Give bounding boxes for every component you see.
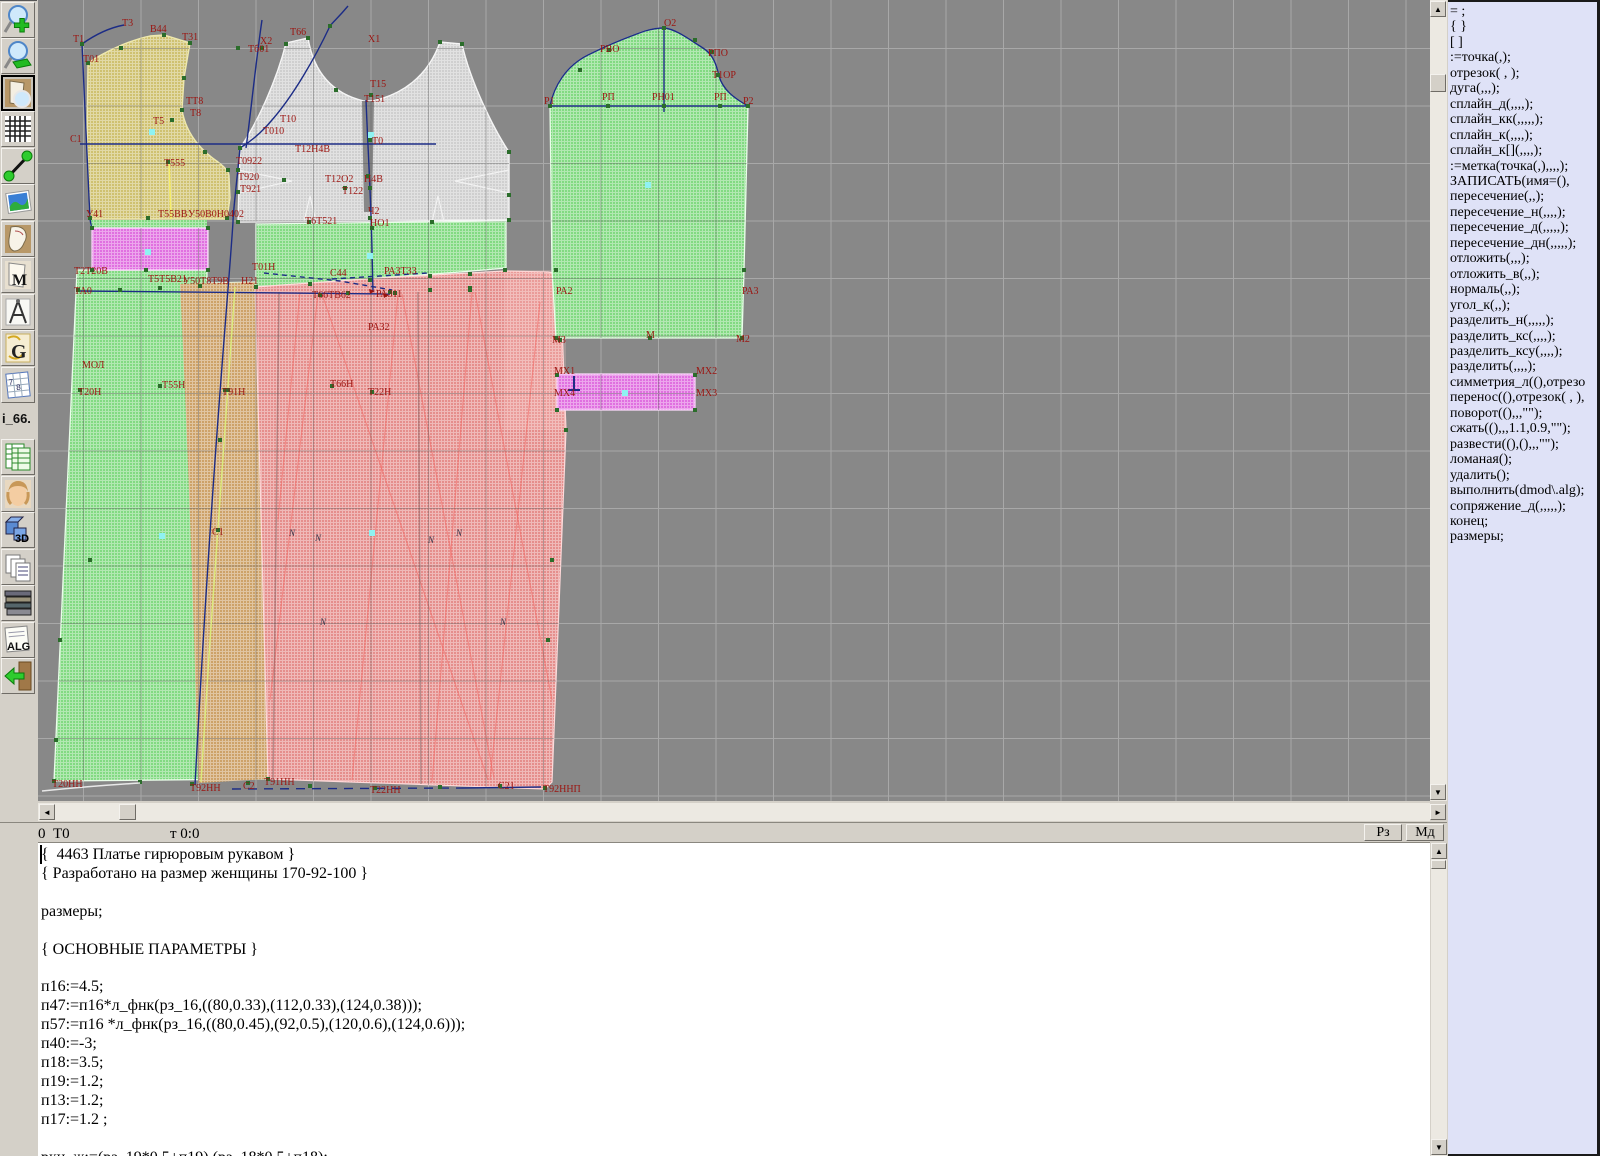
svg-text:РП: РП: [714, 92, 727, 103]
svg-text:Т12Н4В: Т12Н4В: [295, 144, 330, 155]
svg-text:Т2Т20В: Т2Т20В: [74, 266, 108, 277]
svg-text:МХ1: МХ1: [554, 366, 575, 377]
svg-text:ALG: ALG: [7, 641, 30, 653]
svg-text:Н4В: Н4В: [364, 174, 383, 185]
svg-text:МХ3: МХ3: [696, 388, 717, 399]
svg-text:Т55Н: Т55Н: [162, 380, 185, 391]
svg-text:Тб01: Тб01: [248, 44, 269, 55]
svg-text:N: N: [319, 617, 327, 627]
svg-text:Т010: Т010: [263, 126, 284, 137]
svg-text:С1: С1: [70, 134, 82, 145]
svg-text:М3: М3: [552, 335, 566, 346]
svg-text:РВО: РВО: [600, 44, 619, 55]
svg-text:Т3: Т3: [122, 18, 133, 29]
svg-text:N: N: [314, 533, 322, 543]
svg-text:M: M: [12, 272, 27, 289]
svg-text:Т555: Т555: [164, 158, 185, 169]
svg-text:М: М: [646, 330, 655, 341]
svg-text:Т0: Т0: [372, 136, 383, 147]
svg-text:О2: О2: [664, 18, 676, 29]
svg-text:Т1ОР: Т1ОР: [712, 70, 736, 81]
svg-text:С2: С2: [243, 781, 255, 792]
svg-text:У50Т8Т9В: У50Т8Т9В: [183, 276, 229, 287]
svg-text:МХ4: МХ4: [554, 388, 575, 399]
svg-text:Т921: Т921: [240, 184, 261, 195]
svg-text:М2: М2: [736, 334, 750, 345]
svg-text:Т15: Т15: [370, 79, 386, 90]
svg-text:Т8: Т8: [190, 108, 201, 119]
svg-text:Т91НН: Т91НН: [264, 777, 295, 788]
svg-text:МОЛ: МОЛ: [82, 360, 105, 371]
svg-text:Т92ННП: Т92ННП: [543, 784, 581, 795]
svg-text:Т01: Т01: [83, 54, 99, 65]
svg-text:Х1: Х1: [368, 34, 380, 45]
svg-text:Ч2: Ч2: [368, 206, 380, 217]
svg-text:N: N: [427, 535, 435, 545]
svg-text:G: G: [11, 341, 27, 363]
svg-text:Т66Н: Т66Н: [330, 379, 353, 390]
svg-text:С21: С21: [498, 781, 515, 792]
svg-text:Т10: Т10: [280, 114, 296, 125]
svg-text:РА3: РА3: [742, 286, 759, 297]
svg-text:Т12О2: Т12О2: [325, 174, 353, 185]
svg-text:В44: В44: [150, 24, 167, 35]
svg-text:У50В0Н0402: У50В0Н0402: [188, 209, 244, 220]
svg-text:Т91Н: Т91Н: [222, 387, 245, 398]
svg-text:Т6Т521: Т6Т521: [305, 216, 337, 227]
svg-text:МХ2: МХ2: [696, 366, 717, 377]
svg-text:Т01Н: Т01Н: [252, 262, 275, 273]
svg-text:Т20НН: Т20НН: [52, 779, 83, 790]
svg-text:Т92НН: Т92НН: [190, 783, 221, 794]
svg-text:РА2: РА2: [556, 286, 573, 297]
svg-text:РПО: РПО: [708, 48, 728, 59]
svg-text:N: N: [455, 528, 463, 538]
svg-text:Т5Т5В21: Т5Т5В21: [148, 274, 187, 285]
svg-text:НО1: НО1: [370, 218, 389, 229]
svg-text:Т20Н: Т20Н: [78, 387, 101, 398]
svg-text:РП: РП: [602, 92, 615, 103]
svg-text:РА3Т33: РА3Т33: [384, 266, 417, 277]
svg-text:N: N: [499, 617, 507, 627]
svg-text:3D: 3D: [15, 533, 29, 545]
svg-text:Т66: Т66: [290, 27, 306, 38]
svg-text:ТА0: ТА0: [74, 286, 92, 297]
svg-text:Р1: Р1: [544, 96, 555, 107]
svg-text:Т920: Т920: [238, 172, 259, 183]
svg-text:С44: С44: [330, 268, 347, 279]
svg-text:ТТ8: ТТ8: [186, 96, 203, 107]
svg-text:Н21: Н21: [241, 276, 258, 287]
svg-text:Т151: Т151: [364, 94, 385, 105]
svg-text:Т66ТВ62: Т66ТВ62: [312, 290, 351, 301]
svg-text:Т31: Т31: [182, 32, 198, 43]
svg-text:У41: У41: [86, 209, 103, 220]
svg-text:Р2: Р2: [743, 96, 754, 107]
svg-text:Т22Н: Т22Н: [368, 387, 391, 398]
svg-text:N: N: [288, 528, 296, 538]
svg-text:С1: С1: [212, 527, 224, 538]
svg-text:РН01: РН01: [652, 92, 675, 103]
svg-text:РА311: РА311: [376, 289, 402, 300]
svg-text:Т55ВВ: Т55ВВ: [158, 209, 188, 220]
svg-text:Т5: Т5: [153, 116, 164, 127]
svg-text:Т122: Т122: [342, 186, 363, 197]
svg-text:Т0922: Т0922: [236, 156, 262, 167]
svg-text:Т1: Т1: [73, 34, 84, 45]
svg-text:РА32: РА32: [368, 322, 390, 333]
svg-text:Т22НН: Т22НН: [370, 785, 401, 796]
